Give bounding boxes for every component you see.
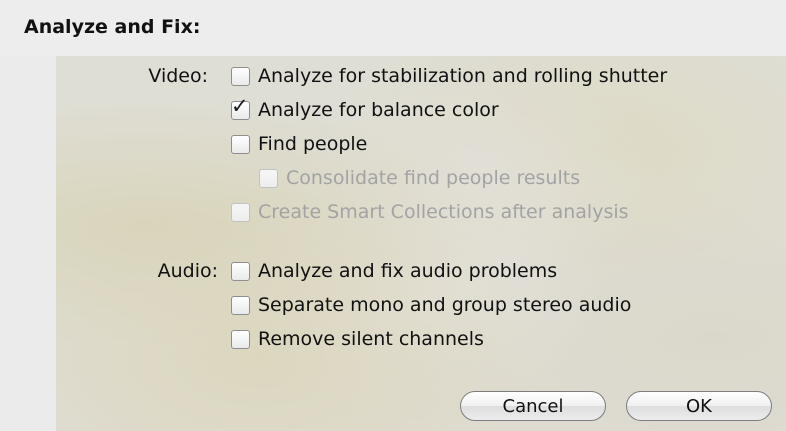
checkbox-row-find-people[interactable]: Find people: [231, 131, 367, 157]
find-people-label: Find people: [258, 133, 368, 155]
checkbox-row-stabilization[interactable]: Analyze for stabilization and rolling sh…: [231, 63, 667, 89]
checkbox-row-balance-color[interactable]: ✓ Analyze for balance color: [231, 95, 499, 123]
checkbox-row-fix-audio[interactable]: Analyze and fix audio problems: [231, 258, 557, 284]
checkbox-row-remove-silent[interactable]: Remove silent channels: [231, 326, 484, 352]
consolidate-label: Consolidate find people results: [286, 167, 581, 189]
smart-collections-checkbox[interactable]: [231, 202, 250, 222]
audio-section-label: Audio:: [157, 260, 218, 282]
checkmark-icon: ✓: [231, 93, 249, 118]
dialog-header: Analyze and Fix:: [0, 0, 786, 56]
remove-silent-label: Remove silent channels: [258, 328, 484, 350]
balance-color-label: Analyze for balance color: [258, 99, 499, 121]
stabilization-label: Analyze for stabilization and rolling sh…: [258, 65, 668, 87]
stabilization-checkbox[interactable]: [231, 66, 250, 86]
checkbox-row-separate-mono[interactable]: Separate mono and group stereo audio: [231, 292, 631, 318]
analyze-and-fix-dialog: Analyze and Fix: Video: Analyze for stab…: [0, 0, 786, 431]
checkbox-row-smart-collections[interactable]: Create Smart Collections after analysis: [231, 199, 629, 225]
separate-mono-label: Separate mono and group stereo audio: [258, 294, 632, 316]
consolidate-checkbox[interactable]: [259, 168, 278, 188]
remove-silent-checkbox[interactable]: [231, 329, 250, 349]
dialog-title: Analyze and Fix:: [24, 16, 201, 38]
ok-button[interactable]: OK: [626, 391, 772, 421]
smart-collections-label: Create Smart Collections after analysis: [258, 201, 629, 223]
balance-color-checkbox[interactable]: ✓: [231, 95, 250, 120]
fix-audio-checkbox[interactable]: [231, 261, 250, 281]
video-section-label: Video:: [148, 65, 208, 87]
separate-mono-checkbox[interactable]: [231, 295, 250, 315]
cancel-button[interactable]: Cancel: [460, 391, 606, 421]
fix-audio-label: Analyze and fix audio problems: [258, 260, 558, 282]
checkbox-row-consolidate[interactable]: Consolidate find people results: [259, 165, 580, 191]
find-people-checkbox[interactable]: [231, 134, 250, 154]
